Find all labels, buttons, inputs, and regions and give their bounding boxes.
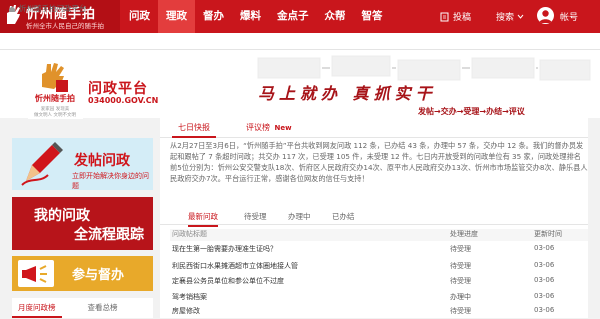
row-date: 03-06 — [534, 244, 555, 252]
tab-monthly-ranking[interactable]: 月度问政榜 — [12, 298, 62, 318]
join-card-title: 参与督办 — [72, 268, 125, 283]
tab-weekly-report[interactable]: 七日快报 — [172, 118, 216, 138]
tab-overall-ranking[interactable]: 查看总榜 — [82, 298, 124, 318]
column-status: 处理进度 — [450, 230, 478, 238]
tab-processing[interactable]: 办理中 — [288, 208, 311, 225]
nav-item-duban[interactable]: 督办 — [195, 0, 232, 33]
my-card-title: 我的问政 — [34, 208, 90, 224]
post-card-subtitle: 立即开始解决你身边的问题 — [72, 172, 149, 190]
home-icon — [9, 5, 15, 12]
chevron-down-icon — [517, 14, 524, 19]
new-badge: New — [274, 124, 292, 132]
row-date: 03-06 — [534, 292, 555, 300]
tab-pending[interactable]: 待受理 — [244, 208, 267, 225]
my-card-subtitle: 全流程跟踪 — [74, 227, 144, 243]
nav-item-lizheng[interactable]: 理政 — [158, 0, 195, 33]
brand-domain: 034000.GOV.CN — [88, 96, 159, 105]
row-title[interactable]: 驾考销档案 — [172, 292, 207, 302]
table-row[interactable]: 房屋修改 待受理 03-06 — [170, 306, 588, 319]
breadcrumb-bar — [0, 33, 600, 50]
tab-completed[interactable]: 已办结 — [332, 208, 355, 225]
ranking-tabs: 月度问政榜 查看总榜 — [12, 298, 153, 318]
user-icon — [539, 10, 552, 23]
svg-text:爱家园 发现美: 爱家园 发现美 — [41, 105, 70, 112]
tab-review-ranking[interactable]: 评议榜 New — [240, 118, 298, 138]
my-questions-card[interactable]: 我的问政 全流程跟踪 — [12, 197, 153, 250]
megaphone-icon — [18, 260, 54, 287]
table-row[interactable]: 现在生第一胎需要办理准生证吗？ 待受理 03-06 — [170, 244, 588, 257]
post-link[interactable]: 投稿 — [440, 10, 471, 23]
search-link[interactable]: 搜索 — [496, 10, 524, 23]
post-card-title: 发帖问政 — [74, 153, 130, 169]
weekly-report-text: 从2月27日至3月6日，“忻州随手拍”平台共收到网友问政 112 条，已办结 4… — [170, 141, 588, 183]
nav-item-zhida[interactable]: 智答 — [354, 0, 391, 33]
row-title[interactable]: 利民西街口水果摊酒超市立体圈地接人管 — [172, 261, 298, 271]
row-title[interactable]: 现在生第一胎需要办理准生证吗？ — [172, 244, 277, 254]
search-label: 搜索 — [496, 13, 515, 23]
nav-item-zhongbang[interactable]: 众帮 — [317, 0, 354, 33]
account-link[interactable]: 帐号 — [560, 10, 578, 23]
post-label: 投稿 — [453, 13, 472, 23]
post-question-card[interactable]: 发帖问政 立即开始解决你身边的问题 — [12, 138, 153, 190]
row-status: 待受理 — [450, 277, 471, 285]
brand-title: 问政平台 — [88, 81, 148, 97]
svg-text:做文明人 文明不文明: 做文明人 文明不文明 — [34, 111, 76, 118]
avatar[interactable] — [537, 7, 554, 24]
process-flow: 发帖→交办→受理→办结→评议 — [418, 107, 525, 116]
nav-item-wenzheng[interactable]: 问政 — [121, 0, 158, 33]
slogan: 马上就办 真抓实干 — [258, 84, 437, 103]
row-date: 03-06 — [534, 261, 555, 269]
row-status: 待受理 — [450, 262, 471, 270]
table-row[interactable]: 定襄县公务员单位和参公单位不过度 待受理 03-06 — [170, 276, 588, 289]
row-date: 03-06 — [534, 306, 555, 314]
breadcrumb-text[interactable]: 忻州随手拍问政平台 — [19, 3, 87, 14]
edit-icon — [440, 12, 449, 21]
brand-logo: 忻州随手拍 爱家园 发现美 做文明人 文明不文明 — [28, 62, 83, 119]
row-title[interactable]: 定襄县公务员单位和参公单位不过度 — [172, 276, 284, 286]
table-header: 问政帖标题 处理进度 更新时间 — [170, 229, 588, 241]
row-title[interactable]: 房屋修改 — [172, 306, 200, 316]
nav-item-baoliao[interactable]: 爆料 — [232, 0, 269, 33]
join-supervision-card[interactable]: 参与督办 — [12, 256, 153, 291]
table-row[interactable]: 利民西街口水果摊酒超市立体圈地接人管 待受理 03-06 — [170, 261, 588, 274]
nav-item-jindianzi[interactable]: 金点子 — [269, 0, 317, 33]
row-status: 待受理 — [450, 307, 471, 315]
column-title: 问政帖标题 — [172, 230, 207, 238]
main-nav: 问政 理政 督办 爆料 金点子 众帮 智答 — [121, 0, 391, 33]
svg-text:忻州随手拍: 忻州随手拍 — [35, 93, 75, 103]
review-label: 评议榜 — [246, 123, 270, 132]
site-tagline: 忻州全市人民自己的随手拍 — [26, 22, 104, 30]
row-status: 办理中 — [450, 293, 471, 301]
question-list-tabs: 最新问政 待受理 办理中 已办结 — [160, 208, 588, 227]
row-date: 03-06 — [534, 276, 555, 284]
breadcrumb: 忻州随手拍问政平台 — [8, 3, 87, 14]
column-date: 更新时间 — [534, 230, 562, 238]
table-row[interactable]: 驾考销档案 办理中 03-06 — [170, 292, 588, 305]
row-status: 待受理 — [450, 245, 471, 253]
pencil-icon — [21, 142, 63, 186]
weekly-tabs: 七日快报 评议榜 New — [160, 118, 588, 138]
tab-latest[interactable]: 最新问政 — [188, 208, 218, 227]
